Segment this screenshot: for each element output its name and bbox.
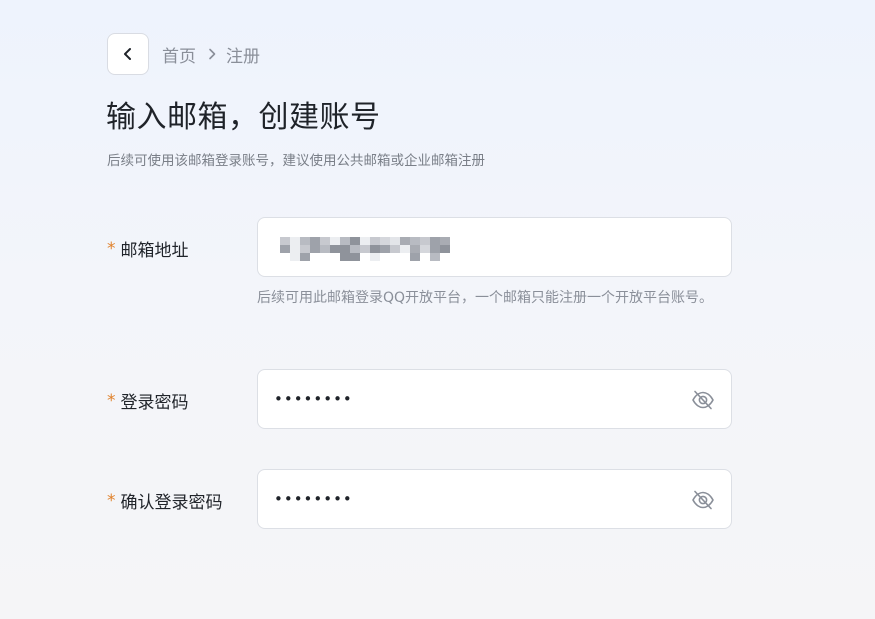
- email-label: * 邮箱地址: [107, 236, 189, 262]
- required-mark: *: [107, 238, 116, 259]
- breadcrumb-home-link[interactable]: 首页: [162, 42, 196, 67]
- required-mark: *: [107, 490, 116, 511]
- email-field[interactable]: [257, 217, 732, 277]
- chevron-left-icon: [124, 48, 131, 60]
- email-value-redacted: [280, 237, 460, 261]
- chevron-right-icon: [207, 48, 217, 60]
- password-form-row: * 登录密码: [107, 369, 732, 429]
- confirm-password-input[interactable]: [258, 470, 731, 528]
- email-form-row: * 邮箱地址 后续可用此邮箱登录QQ开放平台，一个邮箱只能注册一个开放平台账号。: [107, 217, 732, 337]
- required-mark: *: [107, 390, 116, 411]
- breadcrumb-current: 注册: [226, 46, 260, 67]
- password-input[interactable]: [258, 370, 731, 428]
- password-label: * 登录密码: [107, 388, 189, 414]
- email-hint: 后续可用此邮箱登录QQ开放平台，一个邮箱只能注册一个开放平台账号。: [257, 290, 714, 306]
- password-label-text: 登录密码: [120, 393, 189, 413]
- password-field[interactable]: [257, 369, 732, 429]
- email-label-text: 邮箱地址: [120, 241, 189, 261]
- confirm-password-label-text: 确认登录密码: [120, 493, 223, 513]
- confirm-password-label: * 确认登录密码: [107, 488, 223, 514]
- back-button[interactable]: [107, 33, 149, 75]
- confirm-password-field[interactable]: [257, 469, 732, 529]
- eye-off-icon[interactable]: [691, 388, 715, 412]
- breadcrumb: 首页 注册: [107, 33, 260, 75]
- confirm-password-form-row: * 确认登录密码: [107, 469, 732, 529]
- eye-off-icon[interactable]: [691, 488, 715, 512]
- page-subtitle: 后续可使用该邮箱登录账号，建议使用公共邮箱或企业邮箱注册: [107, 153, 485, 169]
- page-title: 输入邮箱，创建账号: [106, 100, 381, 135]
